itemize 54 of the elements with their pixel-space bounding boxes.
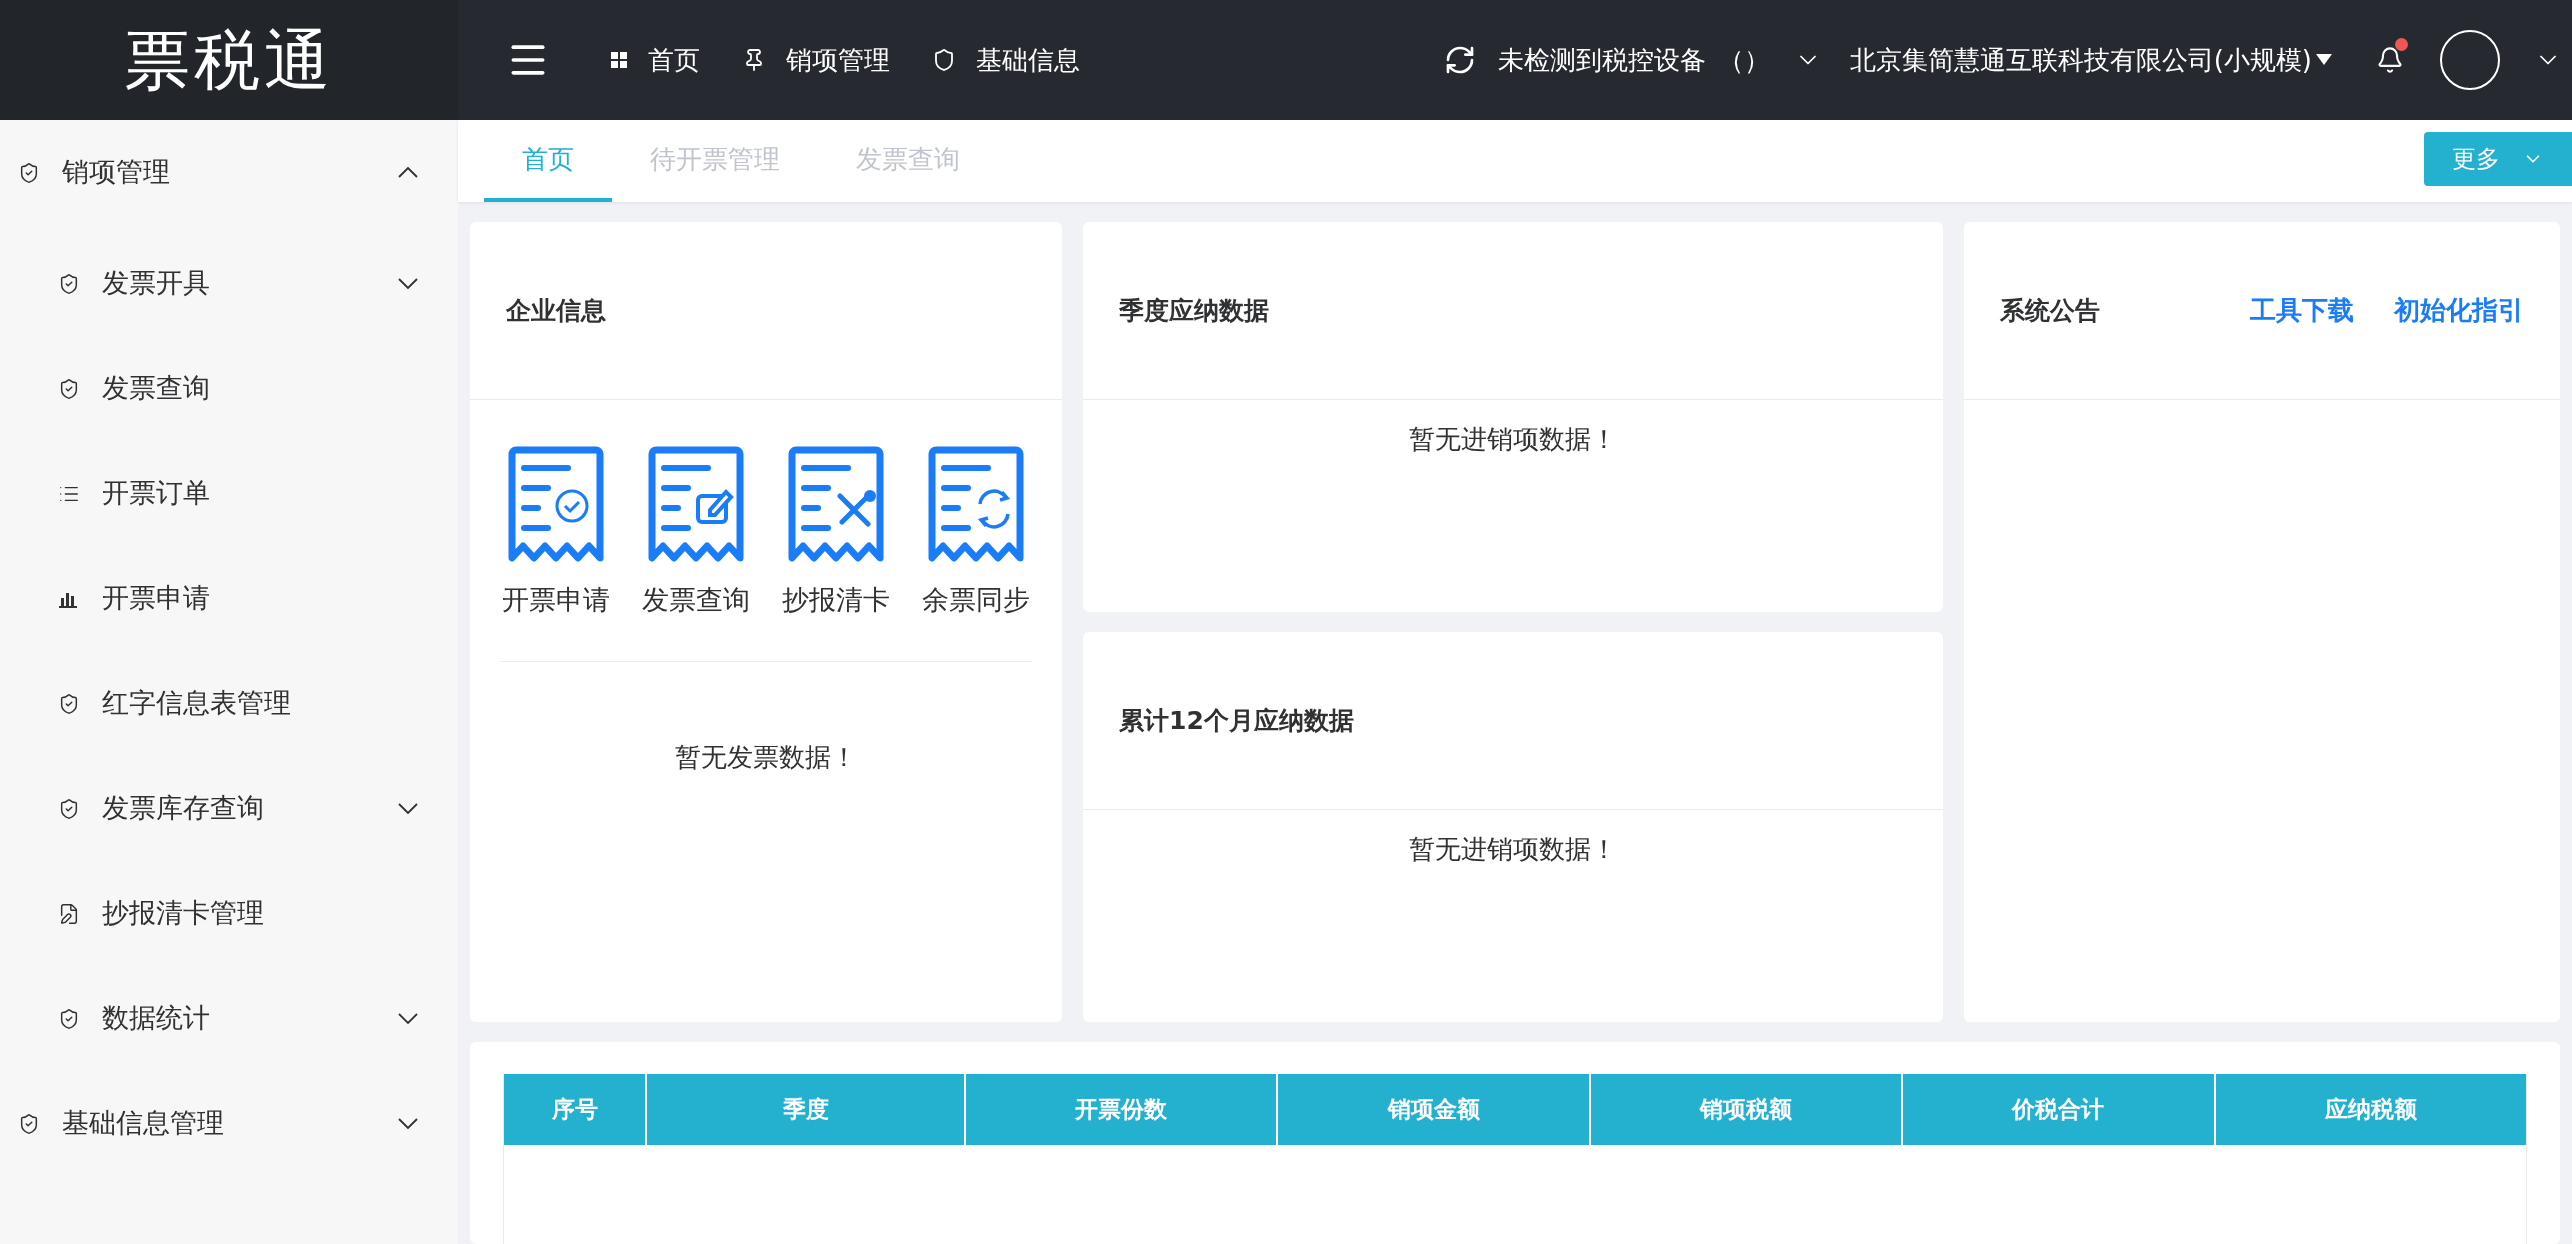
link[interactable]: 工具下载 (2250, 291, 2354, 330)
sidebar-item[interactable]: 开票订单 (0, 441, 458, 546)
empty-message: 暂无进销项数据！ (1409, 833, 1617, 866)
quick-action[interactable]: 开票申请 (502, 446, 610, 621)
logo: 票税通 (124, 20, 334, 101)
column-header: 价税合计 (1901, 1074, 2214, 1145)
bell-icon[interactable] (2376, 46, 2404, 74)
column-header: 开票份数 (964, 1074, 1277, 1145)
column-header: 销项税额 (1588, 1074, 1902, 1145)
nav-link[interactable]: 首页 (610, 40, 700, 80)
quick-action[interactable]: 抄报清卡 (782, 446, 890, 621)
sidebar-item[interactable]: 红字信息表管理 (0, 651, 458, 756)
nav-link[interactable]: 基础信息 (932, 40, 1080, 80)
caret-down-icon (2316, 54, 2332, 66)
sidebar-item[interactable]: 销项管理 (0, 120, 458, 225)
shield-check-icon (18, 161, 40, 184)
column-header: 序号 (550, 1095, 599, 1125)
sidebar-item[interactable]: 基础信息管理 (0, 1071, 458, 1176)
chevron-down-icon (398, 1118, 418, 1129)
chevron-up-icon (398, 167, 418, 178)
avatar[interactable] (2440, 30, 2500, 90)
chevron-down-icon (398, 278, 418, 289)
card-title: 企业信息 (506, 294, 606, 327)
chevron-down-icon (398, 1013, 418, 1024)
nav-link[interactable]: 销项管理 (742, 40, 890, 80)
file-edit-icon (58, 902, 80, 925)
shield-check-icon (58, 377, 80, 400)
sidebar-item[interactable]: 发票开具 (0, 231, 458, 336)
sidebar-item[interactable]: 发票查询 (0, 336, 458, 441)
shield-icon (932, 48, 956, 72)
sidebar-item[interactable]: 数据统计 (0, 966, 458, 1071)
shield-check-icon (58, 692, 80, 715)
sidebar-item[interactable]: 抄报清卡管理 (0, 861, 458, 966)
shield-check-icon (58, 1007, 80, 1030)
quick-action[interactable]: 余票同步 (922, 446, 1030, 621)
column-header: 应纳税额 (2213, 1074, 2526, 1145)
company-dropdown[interactable]: 北京集简慧通互联科技有限公司(小规模) (1849, 40, 2332, 80)
card-title: 季度应纳数据 (1119, 294, 1269, 327)
quick-action[interactable]: 发票查询 (642, 446, 750, 621)
link[interactable]: 初始化指引 (2394, 291, 2524, 330)
card-title: 系统公告 (2000, 294, 2101, 327)
shield-check-icon (58, 272, 80, 295)
device-dropdown[interactable]: 未检测到税控设备 （） (1497, 40, 1822, 80)
sidebar-item[interactable]: 开票申请 (0, 546, 458, 651)
grid-icon (610, 51, 628, 69)
empty-message: 暂无进销项数据！ (1409, 423, 1617, 456)
shield-check-icon (18, 1112, 40, 1135)
column-header: 季度 (645, 1074, 964, 1145)
shield-check-icon (58, 797, 80, 820)
column-header: 销项金额 (1276, 1074, 1589, 1145)
chevron-down-icon (398, 803, 418, 814)
empty-message: 暂无发票数据！ (675, 740, 857, 774)
sidebar-item[interactable]: 发票库存查询 (0, 756, 458, 861)
card-title: 累计12个月应纳数据 (1119, 704, 1354, 737)
